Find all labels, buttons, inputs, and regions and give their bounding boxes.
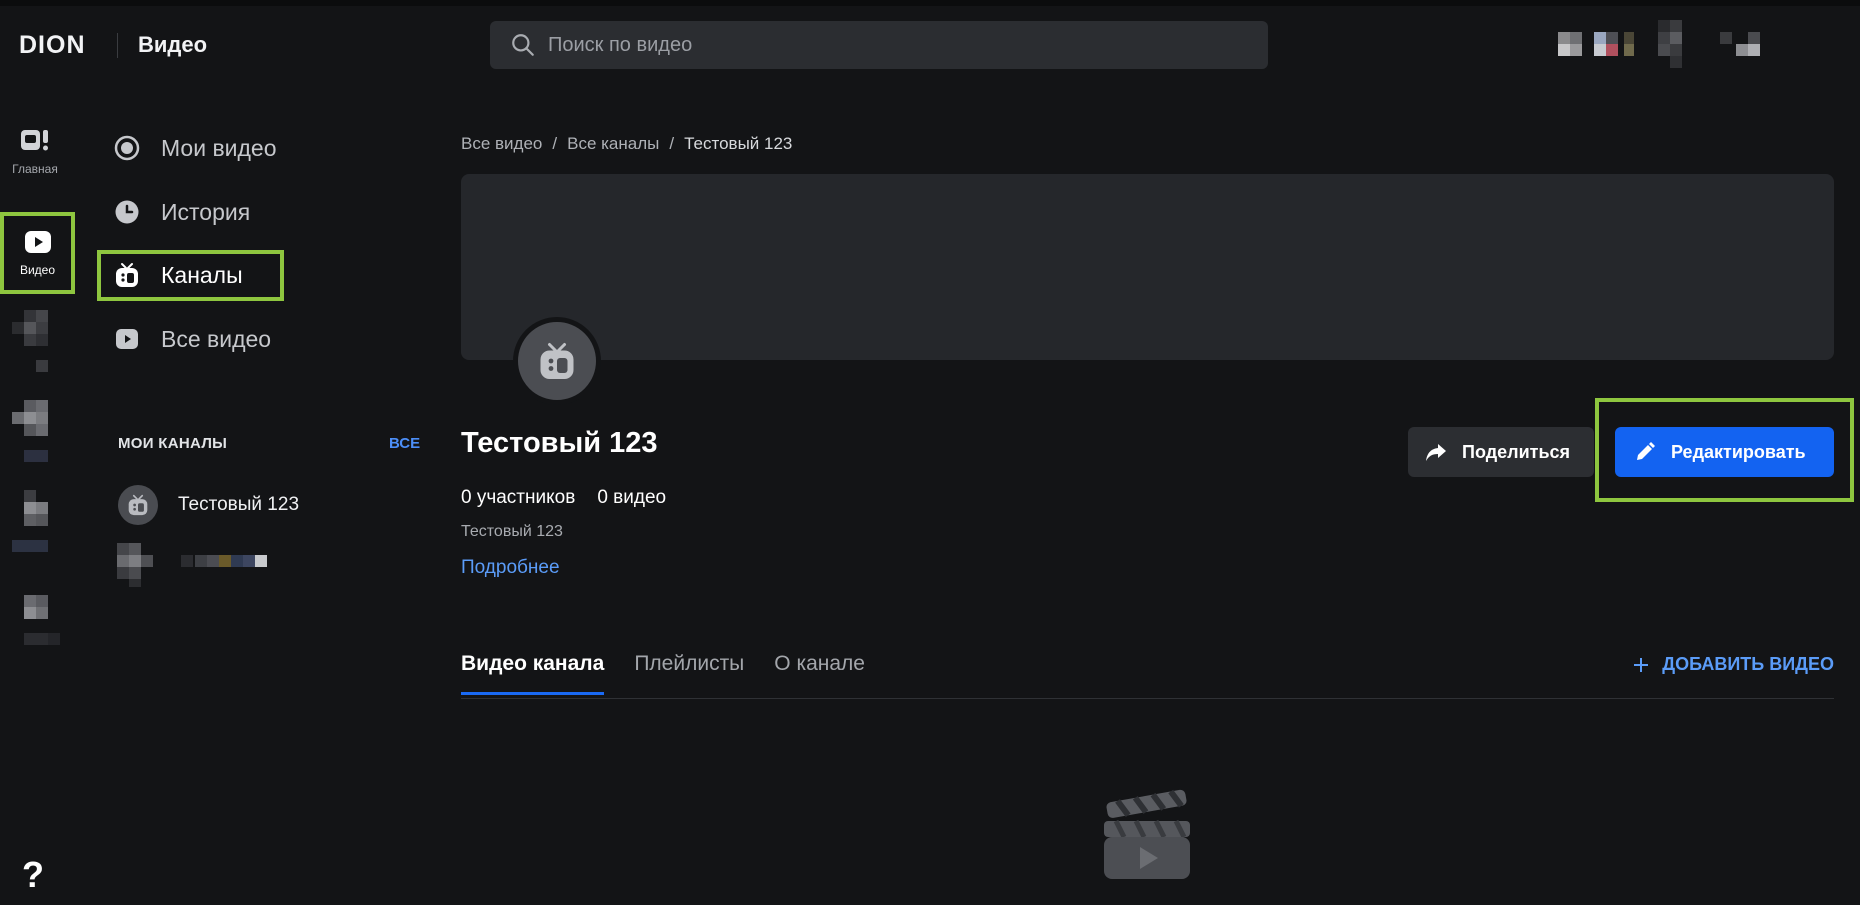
video-play-icon: [24, 231, 51, 253]
play-icon: [113, 325, 141, 353]
rail-item-blurred-1[interactable]: [12, 310, 57, 375]
rail-item-blurred-4[interactable]: [12, 590, 77, 660]
nav-label: История: [161, 198, 251, 225]
rail-home[interactable]: Главная: [0, 127, 70, 176]
breadcrumb-separator: /: [552, 134, 558, 153]
help-button[interactable]: ?: [22, 854, 44, 896]
my-channels-all-link[interactable]: ВСЕ: [389, 435, 420, 452]
breadcrumb-all-videos[interactable]: Все видео: [461, 134, 542, 154]
section-title: Видео: [138, 32, 208, 57]
search-bar[interactable]: [490, 21, 1268, 69]
nav-my-videos[interactable]: Мои видео: [113, 128, 277, 168]
clapperboard-icon: [1104, 789, 1190, 879]
add-video-label: ДОБАВИТЬ ВИДЕО: [1662, 654, 1834, 674]
nav-label: Все видео: [161, 325, 272, 352]
tab-channel-videos[interactable]: Видео канала: [461, 652, 605, 695]
my-channel-item-blurred[interactable]: [117, 543, 267, 593]
channel-banner: [461, 174, 1834, 360]
pencil-icon: [1637, 442, 1655, 460]
breadcrumb: Все видео / Все каналы / Тестовый 123: [461, 134, 792, 154]
tv-icon: [128, 494, 148, 516]
nav-label: Мои видео: [161, 134, 277, 161]
tabs-divider: [461, 698, 1834, 699]
rail-item-blurred-2[interactable]: [12, 400, 57, 470]
more-link[interactable]: Подробнее: [461, 557, 560, 579]
tab-playlists[interactable]: Плейлисты: [634, 652, 744, 695]
members-count: 0 участников: [461, 487, 576, 508]
rail-home-label: Главная: [12, 162, 58, 176]
clock-icon: [113, 198, 141, 226]
share-arrow-icon: [1426, 444, 1446, 461]
nav-all-videos[interactable]: Все видео: [113, 319, 271, 359]
nav-history[interactable]: История: [113, 192, 250, 232]
share-label: Поделиться: [1462, 441, 1571, 462]
channel-title: Тестовый 123: [461, 427, 658, 459]
channel-description: Тестовый 123: [461, 523, 563, 540]
search-input[interactable]: [548, 33, 1228, 57]
my-channel-item[interactable]: Тестовый 123: [118, 485, 299, 525]
header-user-area-blurred[interactable]: [1558, 20, 1858, 70]
tv-icon: [113, 261, 141, 289]
channel-name: Тестовый 123: [178, 494, 300, 515]
breadcrumb-current: Тестовый 123: [684, 134, 793, 153]
tv-icon: [540, 343, 574, 379]
rail-video[interactable]: Видео: [0, 212, 75, 294]
nav-channels[interactable]: Каналы: [113, 255, 243, 295]
breadcrumb-separator: /: [669, 134, 675, 153]
add-video-button[interactable]: ДОБАВИТЬ ВИДЕО: [1632, 654, 1834, 675]
top-strip: [0, 0, 1860, 6]
search-icon: [512, 34, 534, 56]
share-button[interactable]: Поделиться: [1408, 427, 1594, 477]
videos-count: 0 видео: [597, 487, 667, 508]
tab-about[interactable]: О канале: [774, 652, 865, 695]
channel-tabs: Видео канала Плейлисты О канале: [461, 652, 865, 695]
logo-text: DION: [19, 31, 86, 59]
nav-label: Каналы: [161, 261, 243, 288]
breadcrumb-all-channels[interactable]: Все каналы: [567, 134, 659, 154]
channel-stats: 0 участников 0 видео: [461, 487, 666, 509]
home-icon: [21, 130, 48, 151]
channel-avatar-large: [513, 317, 601, 405]
edit-label: Редактировать: [1671, 441, 1806, 462]
header-divider: [117, 33, 118, 58]
channel-avatar: [118, 485, 158, 525]
dion-logo[interactable]: DION: [19, 31, 86, 60]
record-icon: [113, 134, 141, 162]
rail-video-label: Видео: [19, 263, 56, 277]
edit-button[interactable]: Редактировать: [1615, 427, 1834, 477]
rail-item-blurred-3[interactable]: [12, 490, 57, 560]
my-channels-heading: МОИ КАНАЛЫ: [118, 435, 228, 452]
plus-icon: [1634, 657, 1649, 672]
